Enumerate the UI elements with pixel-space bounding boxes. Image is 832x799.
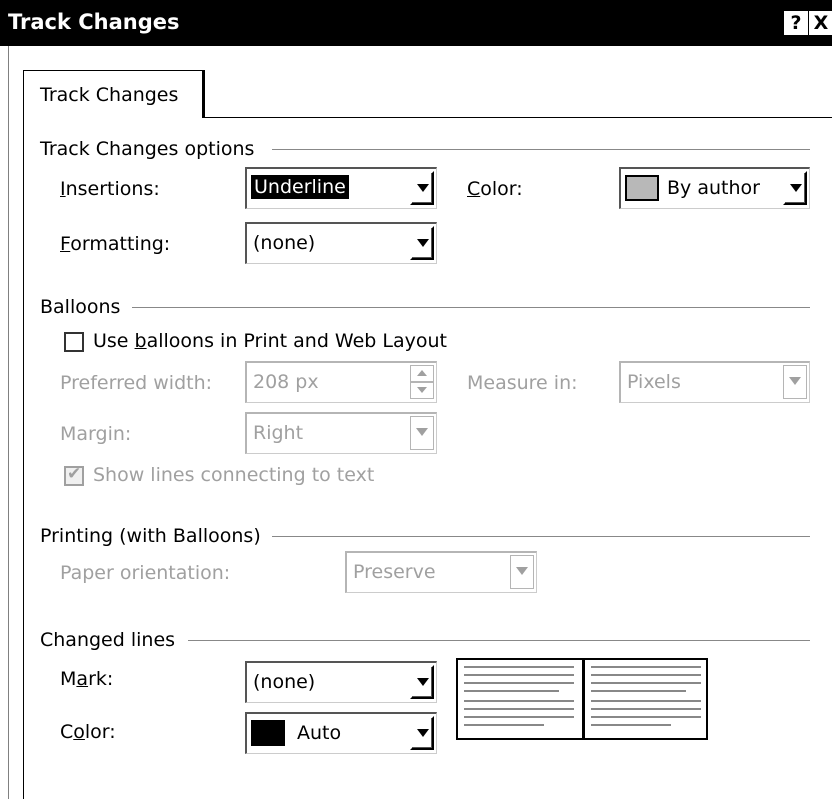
preview-line [591,708,701,710]
color-label: Color: [467,178,523,200]
group-divider [272,536,810,537]
group-heading-changed-lines: Changed lines [40,629,176,651]
chevron-down-icon [410,416,434,450]
chevron-down-icon[interactable] [783,171,807,205]
chevron-down-icon[interactable] [410,665,434,699]
preview-line [464,724,544,726]
changed-lines-color-dropdown[interactable]: Auto [245,712,437,754]
margin-label: Margin: [60,423,132,445]
group-heading-track-changes-options: Track Changes options [40,138,255,160]
window-title: Track Changes [8,10,180,34]
preview-line [591,690,686,692]
mark-dropdown[interactable]: (none) [245,661,437,703]
paper-orientation-dropdown: Preserve [345,551,537,593]
group-divider [132,307,810,308]
preview-line [464,682,574,684]
insertions-dropdown[interactable]: Underline [245,167,437,209]
chevron-down-icon[interactable] [410,171,434,205]
chevron-down-icon [510,555,534,589]
changed-lines-preview [456,658,708,740]
measure-in-value: Pixels [627,371,681,393]
preview-line [591,716,701,718]
paper-orientation-label: Paper orientation: [60,562,231,584]
preview-line [591,682,701,684]
preview-line [464,700,574,702]
spin-down-icon [410,382,434,399]
formatting-dropdown[interactable]: (none) [245,222,437,264]
preferred-width-label: Preferred width: [60,372,213,394]
margin-dropdown: Right [245,412,437,454]
preview-change-bar [582,660,585,738]
measure-in-label: Measure in: [467,372,578,394]
chevron-down-icon[interactable] [410,226,434,260]
checkmark-icon: ✔ [67,464,82,484]
chevron-down-icon[interactable] [410,716,434,750]
changed-lines-color-value: Auto [297,722,342,744]
use-balloons-label: Use balloons in Print and Web Layout [93,330,447,352]
spinner-arrows-icon [410,365,434,399]
mark-value: (none) [253,671,316,693]
preview-line [464,666,574,668]
spin-up-icon [410,365,434,382]
tab-panel-border-left [23,117,24,799]
preferred-width-spinner: 208 px [245,361,437,403]
preferred-width-value: 208 px [253,371,319,393]
formatting-value: (none) [253,232,316,254]
preview-line [464,708,574,710]
insertions-label: Insertions: [60,178,160,200]
color-value: By author [667,177,760,199]
preview-line [591,700,701,702]
changed-lines-color-label: Color: [60,721,116,743]
preview-line [464,716,574,718]
formatting-label: Formatting: [60,233,171,255]
help-button[interactable]: ? [784,11,808,35]
group-divider [272,149,810,150]
preview-line [591,674,701,676]
close-button[interactable]: X [809,11,832,35]
show-lines-label: Show lines connecting to text [93,464,375,486]
mark-label: Mark: [60,668,114,690]
group-heading-printing: Printing (with Balloons) [40,525,261,547]
group-divider [188,640,810,641]
use-balloons-checkbox[interactable] [64,332,84,352]
preview-line [464,690,559,692]
margin-value: Right [253,422,304,444]
title-bar: Track Changes ? X [0,0,832,46]
preview-line [591,724,671,726]
measure-in-dropdown: Pixels [619,361,810,403]
preview-line [464,674,574,676]
preview-line [591,666,701,668]
show-lines-checkbox: ✔ [64,464,84,486]
group-heading-balloons: Balloons [40,296,121,318]
color-dropdown[interactable]: By author [619,167,810,209]
color-swatch [251,720,285,746]
color-swatch [625,175,659,201]
tab-track-changes-label: Track Changes [40,84,179,106]
chevron-down-icon [783,365,807,399]
paper-orientation-value: Preserve [353,561,436,583]
insertions-value: Underline [250,174,350,200]
